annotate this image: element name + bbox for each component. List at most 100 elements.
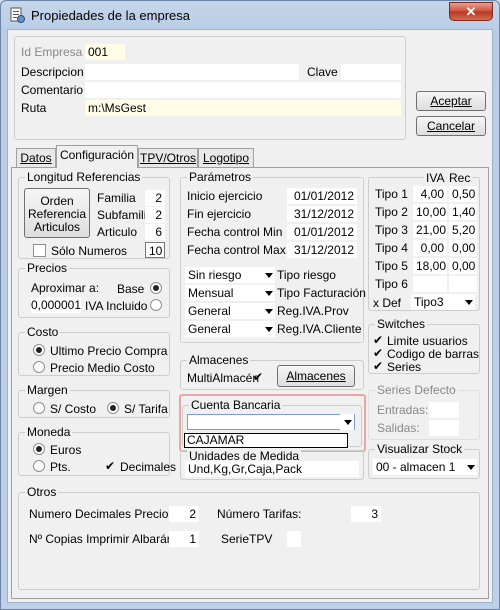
rec-value-field[interactable]: 0,50: [449, 186, 477, 202]
aceptar-button[interactable]: Aceptar: [416, 91, 486, 111]
chevron-down-icon[interactable]: [261, 285, 275, 301]
margen-title: Margen: [25, 383, 70, 397]
serie-tpv-label: SerieTPV: [221, 532, 273, 546]
inicio-ejercicio-field[interactable]: 01/01/2012: [287, 188, 357, 204]
rec-value-field[interactable]: 5,20: [449, 222, 477, 238]
unidades-medida-group: Unidades de Medida Und,Kg,Gr,Caja,Pack: [180, 449, 364, 480]
tipo-riesgo-select[interactable]: Sin riesgo: [185, 267, 275, 283]
solo-numeros-field[interactable]: 10: [145, 242, 165, 258]
iva-incluido-radio[interactable]: [150, 299, 162, 311]
tipo-riesgo-value: Sin riesgo: [188, 268, 242, 282]
numero-tarifas-field[interactable]: 3: [351, 506, 381, 522]
visualizar-stock-value: 00 - almacen 1: [376, 460, 456, 474]
tipo-facturacion-select[interactable]: Mensual: [185, 285, 275, 301]
descripcion-field[interactable]: [85, 64, 299, 80]
ruta-label: Ruta: [21, 101, 47, 115]
s-tarifa-radio[interactable]: [107, 402, 119, 414]
solo-numeros-label: Sólo Numeros: [51, 244, 128, 258]
comentario-field[interactable]: [85, 82, 401, 98]
parametros-group: Parámetros Inicio ejercicio 01/01/2012 F…: [180, 170, 366, 343]
decimales-check-icon[interactable]: ✔: [105, 460, 115, 473]
entradas-label: Entradas:: [377, 403, 429, 417]
iva-value-field[interactable]: 10,00: [413, 204, 447, 220]
articulo-field[interactable]: 6: [145, 224, 165, 240]
chevron-down-icon[interactable]: [261, 267, 275, 283]
comentario-label: Comentario: [21, 83, 84, 97]
fecha-control-min-field[interactable]: 01/01/2012: [287, 224, 357, 240]
rec-value-field[interactable]: 0,00: [449, 240, 477, 256]
base-radio[interactable]: [150, 282, 162, 294]
serie-tpv-field[interactable]: [287, 531, 301, 547]
fin-ejercicio-field[interactable]: 31/12/2012: [287, 206, 357, 222]
fecha-control-max-field[interactable]: 31/12/2012: [287, 242, 357, 258]
cancelar-button[interactable]: Cancelar: [416, 116, 486, 136]
familia-field[interactable]: 2: [145, 190, 165, 206]
iva-value-field[interactable]: 18,00: [413, 258, 447, 274]
ultimo-precio-radio[interactable]: [33, 344, 45, 356]
dialog-client-area: Id Empresa 001 Descripcion Clave Comenta…: [7, 29, 493, 603]
cuenta-bancaria-select[interactable]: [187, 414, 355, 430]
articulo-label: Articulo: [97, 225, 138, 239]
tipo-facturacion-label: Tipo Facturación: [277, 286, 366, 300]
tab-logotipo[interactable]: Logotipo: [198, 148, 254, 168]
inicio-ejercicio-label: Inicio ejercicio: [187, 189, 263, 203]
multialmacen-check-icon[interactable]: ✔: [253, 371, 263, 384]
almacenes-button[interactable]: Almacenes: [277, 365, 355, 387]
visualizar-stock-select[interactable]: 00 - almacen 1: [373, 459, 477, 475]
dropdown-option-cajamar[interactable]: CAJAMAR: [187, 433, 244, 447]
chevron-down-icon[interactable]: [463, 459, 477, 475]
rec-value-field[interactable]: 1,40: [449, 204, 477, 220]
tab-datos[interactable]: Datos: [16, 148, 56, 168]
iva-value-field[interactable]: 4,00: [413, 186, 447, 202]
tab-configuracion[interactable]: Configuración: [56, 145, 138, 168]
ultimo-precio-label: Ultimo Precio Compra: [50, 344, 168, 358]
series-check-icon[interactable]: ✔: [373, 360, 383, 373]
iva-value-field[interactable]: 21,00: [413, 222, 447, 238]
id-empresa-field[interactable]: 001: [85, 44, 125, 60]
subfamilia-field[interactable]: 2: [145, 207, 165, 223]
precio-medio-radio[interactable]: [33, 361, 45, 373]
rec-value-field[interactable]: [449, 276, 477, 292]
tab-configuracion-label: Configuración: [59, 148, 135, 162]
copias-albaran-label: Nº Copias Imprimir Albarán: [29, 532, 174, 546]
solo-numeros-checkbox[interactable]: [33, 244, 46, 257]
copias-albaran-field[interactable]: 1: [169, 531, 199, 547]
rec-header: Rec: [447, 171, 473, 185]
aproximar-field[interactable]: 0,000001: [31, 297, 81, 313]
ruta-field[interactable]: m:\MsGest: [85, 100, 401, 116]
salidas-field[interactable]: [429, 420, 459, 436]
s-costo-radio[interactable]: [33, 402, 45, 414]
clave-field[interactable]: [341, 64, 401, 80]
chevron-down-icon[interactable]: [261, 303, 275, 319]
chevron-down-icon[interactable]: [340, 414, 354, 430]
iva-value-field[interactable]: 0,00: [413, 240, 447, 256]
almacenes-button-label: Almacenes: [286, 369, 346, 383]
iva-value-field[interactable]: [413, 276, 447, 292]
rec-value-field[interactable]: 0,00: [449, 258, 477, 274]
chevron-down-icon[interactable]: [261, 321, 275, 337]
costo-group: Costo Ultimo Precio Compra Precio Medio …: [18, 325, 170, 376]
numero-tarifas-label: Número Tarifas:: [217, 507, 302, 521]
entradas-field[interactable]: [429, 402, 459, 418]
cuenta-bancaria-dropdown: CAJAMAR: [184, 433, 348, 448]
visualizar-stock-title: Visualizar Stock: [375, 442, 465, 456]
euros-radio[interactable]: [33, 443, 45, 455]
precio-medio-label: Precio Medio Costo: [50, 361, 155, 375]
pts-radio[interactable]: [33, 460, 45, 472]
close-button[interactable]: ✕: [449, 2, 493, 21]
xdef-select[interactable]: Tipo3: [411, 294, 475, 310]
app-icon: [9, 7, 25, 23]
reg-iva-cliente-select[interactable]: General: [185, 321, 275, 337]
reg-iva-prov-select[interactable]: General: [185, 303, 275, 319]
orden-referencia-button[interactable]: Orden Referencia Articulos: [24, 188, 90, 238]
euros-label: Euros: [50, 443, 82, 457]
numero-decimales-field[interactable]: 2: [169, 506, 199, 522]
tab-tpv-otros[interactable]: TPV/Otros: [138, 148, 198, 168]
chevron-down-icon[interactable]: [461, 294, 475, 310]
otros-group: Otros Numero Decimales Precio: 2 Número …: [18, 485, 480, 590]
iva-header: IVA: [424, 171, 447, 185]
visualizar-stock-group: Visualizar Stock 00 - almacen 1: [368, 442, 480, 479]
clave-label: Clave: [307, 65, 338, 79]
fecha-control-max-label: Fecha control Max: [187, 243, 286, 257]
unidades-medida-field[interactable]: Und,Kg,Gr,Caja,Pack: [185, 461, 359, 477]
